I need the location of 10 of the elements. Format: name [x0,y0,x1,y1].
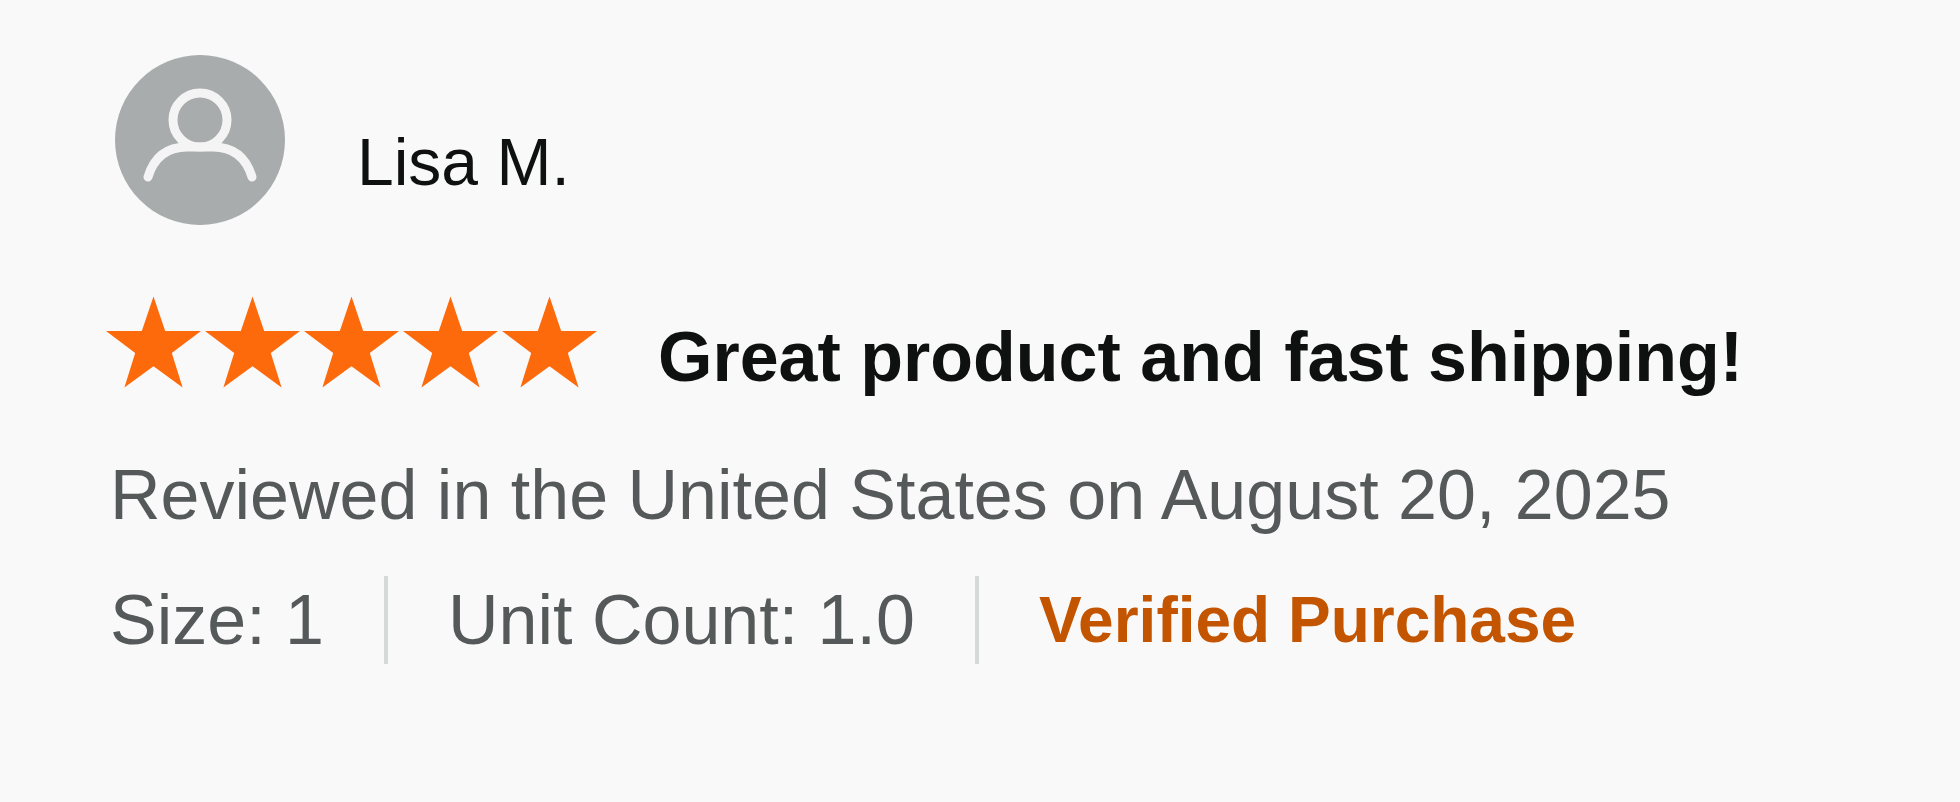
star-icon [403,296,498,388]
avatar-icon [115,55,285,225]
star-icon [502,296,597,388]
star-icon [205,296,300,388]
product-attribute: Size: 1 [110,585,324,655]
verified-purchase-label: Verified Purchase [1038,588,1577,652]
reviewer-name: Lisa M. [357,129,570,195]
product-attribute: Unit Count: 1.0 [448,585,915,655]
star-icon [106,296,201,388]
star-icon [304,296,399,388]
